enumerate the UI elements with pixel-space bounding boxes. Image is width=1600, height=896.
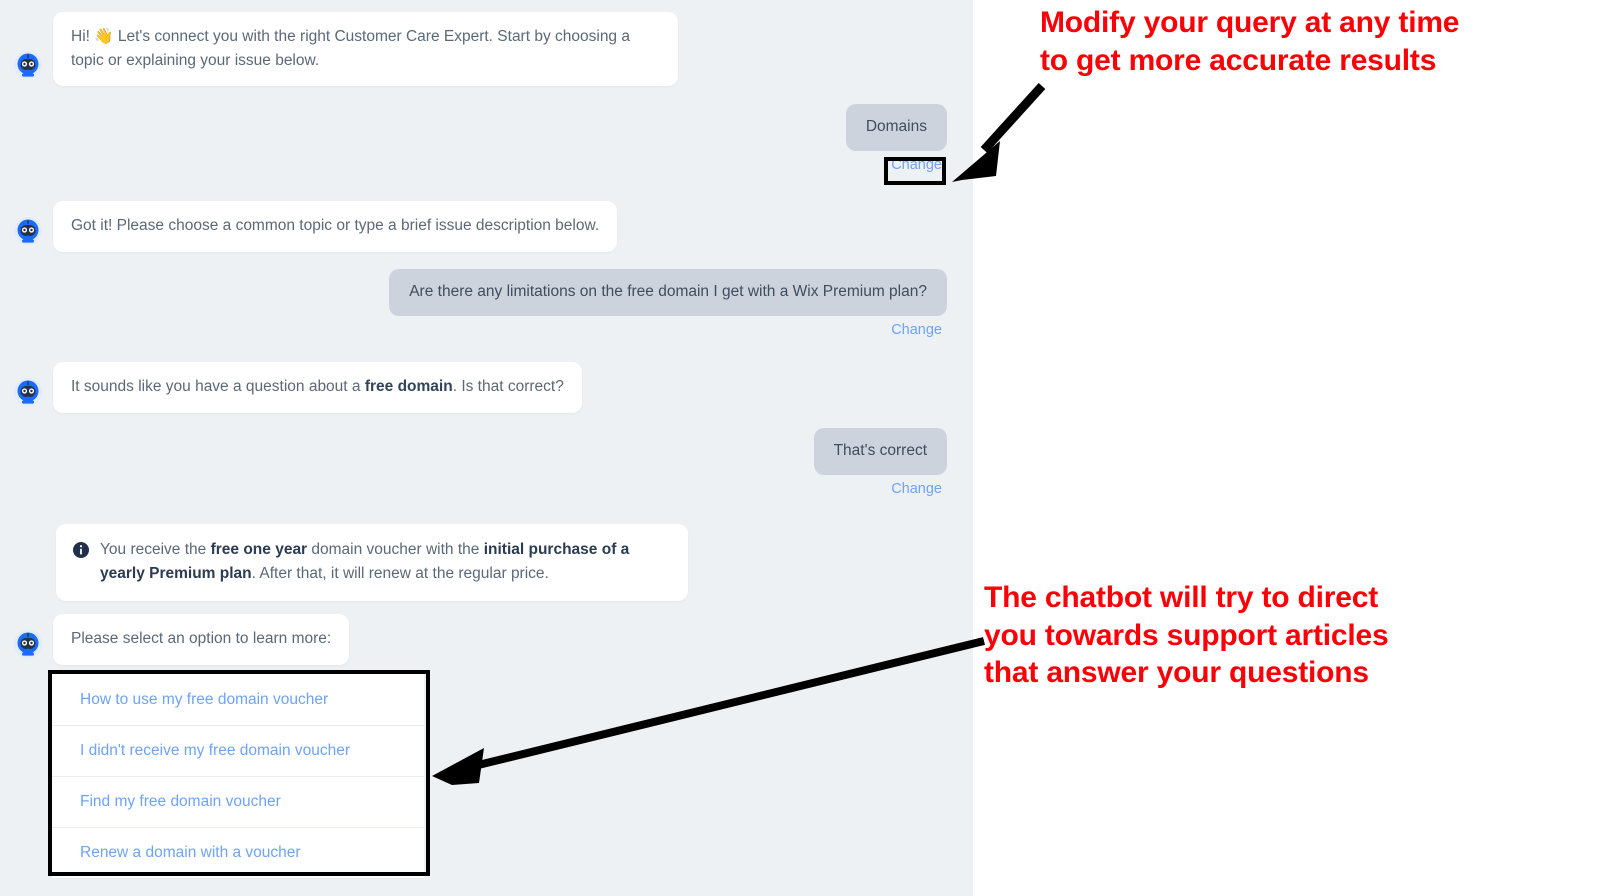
bot-message-got-it: Got it! Please choose a common topic or …	[53, 201, 618, 252]
bot-message-greeting: Hi! 👋 Let's connect you with the right C…	[53, 12, 678, 87]
suggested-options-list: How to use my free domain voucher I didn…	[52, 674, 424, 878]
bot-message-confirm: It sounds like you have a question about…	[53, 362, 582, 413]
bot-avatar-icon	[13, 377, 43, 407]
bot-message-select-option: Please select an option to learn more:	[53, 614, 350, 665]
message-row-user-domains: Domains Change	[845, 104, 947, 173]
confirm-text-bold: free domain	[364, 378, 453, 395]
info-box-text: You receive the free one year domain vou…	[100, 538, 668, 586]
message-row-user-question: Are there any limitations on the free do…	[389, 269, 947, 338]
option-item-how-to-use[interactable]: How to use my free domain voucher	[52, 674, 424, 725]
message-row-user-thats-correct: That's correct Change	[813, 428, 947, 497]
change-link-question[interactable]: Change	[891, 323, 942, 338]
bot-message-info-box: You receive the free one year domain vou…	[56, 524, 688, 602]
bot-avatar-icon	[13, 629, 43, 659]
user-message-domains: Domains	[845, 104, 947, 152]
confirm-text-after: . Is that correct?	[452, 378, 564, 395]
message-row-bot-got-it: Got it! Please choose a common topic or …	[13, 201, 618, 252]
message-row-bot-select-option: Please select an option to learn more:	[13, 614, 350, 665]
confirm-text-before: It sounds like you have a question about…	[71, 378, 365, 395]
user-message-question: Are there any limitations on the free do…	[389, 269, 947, 317]
annotation-modify-query: Modify your query at any time to get mor…	[1040, 6, 1460, 77]
bot-avatar-icon	[13, 216, 43, 246]
info-seg-1: free one year	[210, 541, 308, 558]
annotation-support-articles: The chatbot will try to direct you towar…	[984, 581, 1389, 689]
bot-avatar-icon	[13, 50, 43, 80]
option-item-didnt-receive[interactable]: I didn't receive my free domain voucher	[52, 725, 424, 776]
info-seg-0: You receive the	[100, 541, 211, 558]
info-icon	[73, 542, 89, 558]
user-message-thats-correct: That's correct	[813, 428, 947, 476]
option-item-find-voucher[interactable]: Find my free domain voucher	[52, 776, 424, 827]
message-row-bot-greeting: Hi! 👋 Let's connect you with the right C…	[13, 12, 678, 87]
option-item-renew-domain[interactable]: Renew a domain with a voucher	[52, 827, 424, 878]
change-link-domains[interactable]: Change	[891, 158, 942, 173]
change-link-thats-correct[interactable]: Change	[891, 482, 942, 497]
info-seg-2: domain voucher with the	[307, 541, 484, 558]
chat-panel: Hi! 👋 Let's connect you with the right C…	[0, 0, 973, 896]
info-seg-4: . After that, it will renew at the regul…	[251, 565, 549, 583]
message-row-bot-confirm: It sounds like you have a question about…	[13, 362, 582, 413]
